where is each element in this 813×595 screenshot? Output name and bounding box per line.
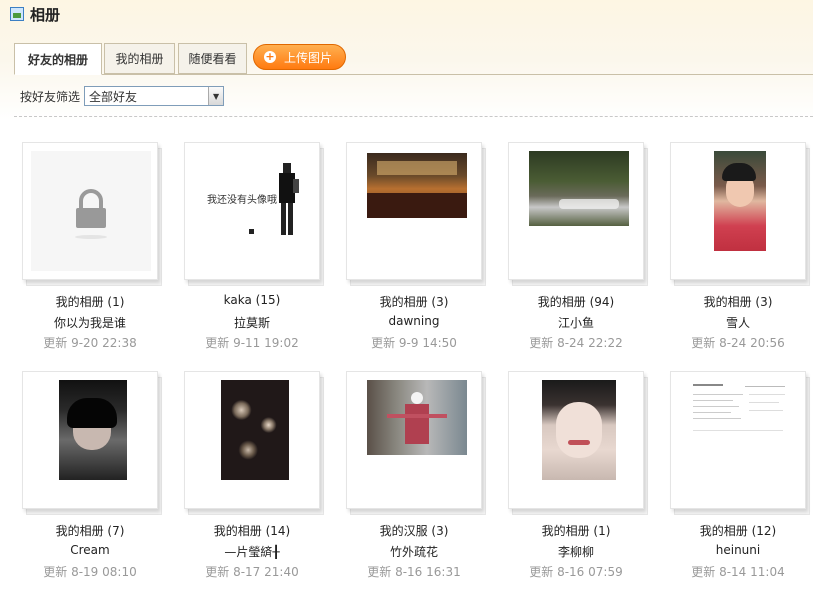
- album-thumbnail: [542, 380, 616, 480]
- album-owner[interactable]: 李柳柳: [508, 543, 644, 560]
- album-thumbnail: [59, 380, 127, 480]
- album-updated: 更新 8-16 07:59: [529, 565, 623, 579]
- album-title[interactable]: 我的相册 (3): [346, 293, 482, 310]
- page-header: 相册: [10, 3, 60, 25]
- filter-selected-value: 全部好友: [89, 89, 138, 104]
- album-thumbnail: [367, 153, 467, 218]
- tab-label: 我的相册: [115, 52, 164, 66]
- album-title[interactable]: kaka (15): [184, 293, 320, 307]
- album-thumbnail: [367, 380, 467, 455]
- album-updated: 更新 9-9 14:50: [371, 336, 457, 350]
- no-avatar-image: 我还没有头像哦: [193, 151, 313, 271]
- album-title[interactable]: 我的相册 (1): [508, 522, 644, 539]
- album-thumb-frame[interactable]: [184, 371, 320, 509]
- album-owner[interactable]: 雪人: [670, 314, 806, 331]
- album-owner[interactable]: 你以为我是谁: [22, 314, 158, 331]
- friend-filter-select[interactable]: 全部好友 ▼: [84, 86, 225, 106]
- album-thumb-frame[interactable]: [22, 142, 158, 280]
- album-owner[interactable]: heinuni: [670, 543, 806, 557]
- album-owner[interactable]: 江小鱼: [508, 314, 644, 331]
- upload-label: 上传图片: [284, 50, 333, 65]
- photo-album-icon: [10, 7, 24, 21]
- divider: [14, 116, 813, 117]
- album-thumbnail: [685, 380, 795, 490]
- tab-label: 好友的相册: [27, 52, 88, 67]
- chevron-down-icon[interactable]: ▼: [208, 87, 224, 105]
- album-updated: 更新 8-24 22:22: [529, 336, 623, 350]
- friend-filter: 按好友筛选 全部好友 ▼: [20, 86, 225, 106]
- album-owner[interactable]: 拉莫斯: [184, 314, 320, 331]
- filter-label: 按好友筛选: [20, 89, 81, 104]
- album-title[interactable]: 我的汉服 (3): [346, 522, 482, 539]
- album-thumb-frame[interactable]: [22, 371, 158, 509]
- album-title[interactable]: 我的相册 (3): [670, 293, 806, 310]
- album-updated: 更新 9-11 19:02: [205, 336, 299, 350]
- tab-label: 随便看看: [188, 52, 237, 66]
- album-title[interactable]: 我的相册 (94): [508, 293, 644, 310]
- album-thumb-frame[interactable]: [670, 371, 806, 509]
- tab-friends-albums[interactable]: 好友的相册: [14, 43, 102, 75]
- album-updated: 更新 8-14 11:04: [691, 565, 785, 579]
- tab-my-albums[interactable]: 我的相册: [104, 43, 175, 74]
- album-owner[interactable]: 竹外疏花: [346, 543, 482, 560]
- album-title[interactable]: 我的相册 (14): [184, 522, 320, 539]
- album-thumb-frame[interactable]: [508, 371, 644, 509]
- album-updated: 更新 8-17 21:40: [205, 565, 299, 579]
- album-thumbnail: [221, 380, 289, 480]
- plus-icon: +: [264, 50, 276, 63]
- upload-photos-button[interactable]: + 上传图片: [253, 44, 346, 70]
- tab-browse-random[interactable]: 随便看看: [178, 43, 247, 74]
- album-thumb-frame[interactable]: [670, 142, 806, 280]
- album-updated: 更新 8-16 16:31: [367, 565, 461, 579]
- album-owner[interactable]: —片瑩緕╂: [184, 543, 320, 560]
- album-thumb-frame[interactable]: 我还没有头像哦: [184, 142, 320, 280]
- album-updated: 更新 8-24 20:56: [691, 336, 785, 350]
- album-owner[interactable]: dawning: [346, 314, 482, 328]
- lock-icon: [31, 151, 151, 271]
- album-thumb-frame[interactable]: [508, 142, 644, 280]
- album-thumb-frame[interactable]: [346, 371, 482, 509]
- page-title: 相册: [30, 5, 61, 24]
- album-title[interactable]: 我的相册 (1): [22, 293, 158, 310]
- tab-bar: 好友的相册 我的相册 随便看看 + 上传图片: [14, 43, 813, 75]
- album-thumb-frame[interactable]: [346, 142, 482, 280]
- album-title[interactable]: 我的相册 (12): [670, 522, 806, 539]
- album-thumbnail: [529, 151, 629, 226]
- album-updated: 更新 9-20 22:38: [43, 336, 137, 350]
- album-thumbnail: [714, 151, 766, 251]
- no-avatar-text: 我还没有头像哦: [207, 195, 277, 206]
- album-title[interactable]: 我的相册 (7): [22, 522, 158, 539]
- album-owner[interactable]: Cream: [22, 543, 158, 557]
- album-updated: 更新 8-19 08:10: [43, 565, 137, 579]
